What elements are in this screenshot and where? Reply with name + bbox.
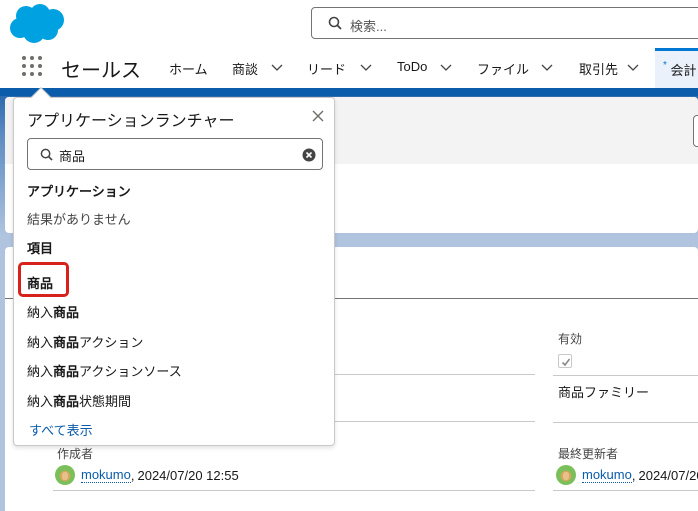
active-field-label: 有効 — [558, 332, 583, 346]
result-suffix: 状態期間 — [79, 394, 132, 409]
show-all-link[interactable]: すべて表示 — [29, 420, 93, 439]
result-match: 商品 — [27, 276, 54, 291]
separator: , — [130, 467, 135, 483]
nav-tab-opportunities[interactable]: 商談 — [232, 59, 258, 78]
modified-by-value: mokumo , 2024/07/20 12:55 — [556, 465, 698, 485]
nav-tab-todo[interactable]: ToDo — [397, 59, 427, 74]
created-date: 2024/07/20 12:55 — [137, 467, 239, 483]
no-results-text: 結果がありません — [27, 212, 131, 227]
field-divider — [553, 375, 698, 376]
user-avatar[interactable] — [55, 465, 75, 485]
launcher-result-item[interactable]: 納入商品アクション — [27, 332, 143, 351]
active-tab-label: * 会計 — [663, 60, 697, 79]
launcher-result-item[interactable]: 納入商品状態期間 — [27, 391, 131, 410]
result-prefix: 納入 — [27, 305, 54, 320]
field-divider — [553, 490, 698, 491]
global-header: 検索... — [0, 0, 698, 48]
launcher-search-input[interactable] — [59, 145, 289, 165]
checkmark-icon — [561, 358, 571, 367]
chevron-down-icon[interactable] — [440, 61, 452, 73]
result-suffix: アクション — [79, 335, 144, 350]
result-suffix: アクションソース — [79, 364, 182, 379]
field-divider — [53, 490, 535, 491]
result-match: 商品 — [53, 335, 80, 350]
record-action-button[interactable] — [693, 115, 698, 147]
created-by-user-link[interactable]: mokumo — [81, 467, 131, 483]
chevron-down-icon[interactable] — [360, 61, 372, 73]
result-match: 商品 — [53, 305, 80, 320]
apps-section-heading: アプリケーション — [27, 184, 131, 199]
nav-bottom-border — [0, 88, 698, 96]
result-match: 商品 — [53, 394, 80, 409]
clear-search-icon[interactable] — [302, 148, 316, 162]
items-section-heading: 項目 — [27, 241, 54, 256]
result-prefix: 納入 — [27, 364, 54, 379]
app-launcher-popover: アプリケーションランチャー アプリケーション 結果がありません 項目 商品 納入… — [13, 87, 335, 446]
global-search-input[interactable]: 検索... — [311, 7, 698, 39]
search-icon — [40, 148, 53, 161]
nav-tab-files[interactable]: ファイル — [477, 59, 529, 78]
chevron-down-icon[interactable] — [627, 61, 639, 73]
nav-tab-active-record[interactable]: * 会計 — [655, 48, 698, 88]
nav-tab-home[interactable]: ホーム — [169, 59, 208, 78]
app-name: セールス — [61, 60, 141, 82]
modified-date: 2024/07/20 12:55 — [638, 467, 698, 483]
created-by-label: 作成者 — [57, 447, 94, 461]
user-avatar[interactable] — [556, 465, 576, 485]
active-checkbox — [558, 354, 572, 368]
close-icon[interactable] — [311, 109, 325, 123]
app-navigation-bar: セールス ホーム 商談 リード ToDo ファイル 取引先 * 会計 — [0, 48, 698, 88]
chevron-down-icon[interactable] — [541, 61, 553, 73]
nav-tab-accounts[interactable]: 取引先 — [579, 59, 618, 78]
created-by-value: mokumo , 2024/07/20 12:55 — [55, 465, 239, 485]
chevron-down-icon[interactable] — [271, 61, 283, 73]
active-tab-text: 会計 — [670, 63, 697, 78]
unsaved-indicator: * — [663, 60, 667, 71]
search-icon — [328, 16, 342, 30]
product-family-label: 商品ファミリー — [558, 385, 650, 400]
modified-by-label: 最終更新者 — [558, 447, 619, 461]
nav-tab-leads[interactable]: リード — [307, 59, 346, 78]
modified-by-user-link[interactable]: mokumo — [582, 467, 632, 483]
launcher-result-item[interactable]: 商品 — [27, 273, 53, 292]
separator: , — [631, 467, 636, 483]
result-prefix: 納入 — [27, 394, 54, 409]
launcher-title: アプリケーションランチャー — [27, 113, 235, 130]
app-launcher-button[interactable] — [22, 56, 44, 78]
salesforce-logo-icon[interactable] — [8, 2, 68, 46]
launcher-search-field[interactable] — [27, 138, 323, 170]
field-divider — [553, 422, 698, 423]
launcher-result-item[interactable]: 納入商品アクションソース — [27, 361, 182, 380]
search-placeholder: 検索... — [350, 19, 387, 34]
result-match: 商品 — [53, 364, 80, 379]
result-prefix: 納入 — [27, 335, 54, 350]
launcher-result-item[interactable]: 納入商品 — [27, 302, 79, 321]
